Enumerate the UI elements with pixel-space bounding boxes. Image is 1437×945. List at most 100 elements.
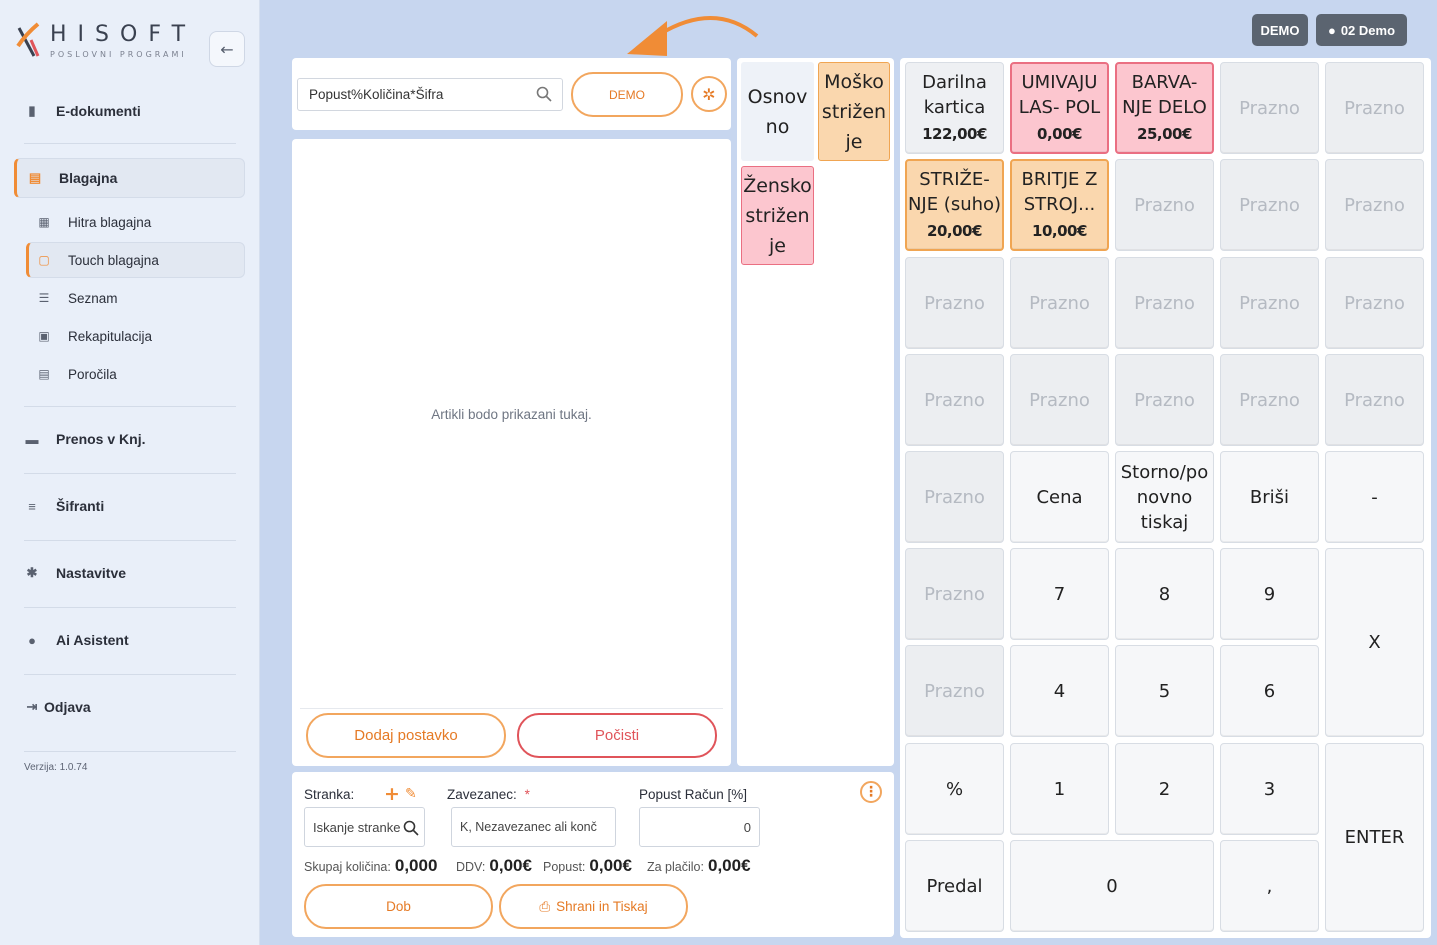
empty-tile[interactable]: Prazno	[1220, 257, 1319, 349]
minus-key[interactable]: -	[1325, 451, 1424, 543]
divider	[300, 708, 723, 709]
document-icon: ▮	[28, 103, 36, 118]
search-icon[interactable]	[536, 86, 552, 105]
hisoft-logo[interactable]: HISOFT POSLOVNI PROGRAMI	[16, 20, 196, 64]
nav-odjava[interactable]: ⇥ Odjava	[24, 687, 244, 727]
empty-tile[interactable]: Prazno	[1115, 159, 1214, 251]
register-icon: ▦	[38, 215, 50, 229]
product-name: BARVA- NJE DELO	[1122, 71, 1207, 118]
digit-5-key[interactable]: 5	[1115, 645, 1214, 737]
enter-key[interactable]: ENTER	[1325, 743, 1424, 932]
digit-1-key[interactable]: 1	[1010, 743, 1109, 835]
demo-badge[interactable]: DEMO	[1252, 14, 1308, 46]
digit-3-key[interactable]: 3	[1220, 743, 1319, 835]
more-options-icon[interactable]: ⋮	[860, 781, 882, 803]
save-print-label: Shrani in Tiskaj	[556, 899, 648, 914]
nav-e-dokumenti[interactable]: ▮ E-dokumenti	[24, 91, 244, 131]
empty-tile[interactable]: Prazno	[905, 451, 1004, 543]
delivery-note-button[interactable]: Dob	[304, 884, 493, 929]
nav-rekapitulacija[interactable]: ▣ Rekapitulacija	[36, 318, 244, 354]
digit-7-key[interactable]: 7	[1010, 548, 1109, 640]
empty-tile[interactable]: Prazno	[1325, 354, 1424, 446]
divider	[24, 607, 236, 608]
empty-tile[interactable]: Prazno	[1115, 354, 1214, 446]
nav-ai-asistent[interactable]: ● Ai Asistent	[24, 620, 244, 660]
product-price: 20,00€	[927, 221, 982, 240]
add-customer-icon[interactable]: +	[384, 783, 400, 805]
search-value: Popust%Količina*Šifra	[309, 87, 444, 102]
logout-icon: ⇥	[26, 699, 38, 714]
nav-nastavitve[interactable]: ✱ Nastavitve	[24, 553, 244, 593]
empty-tile[interactable]: Prazno	[1115, 257, 1214, 349]
category-mosko-strizenje[interactable]: Moško strižen je	[818, 62, 890, 161]
money-icon: ▣	[38, 329, 50, 343]
product-tile[interactable]: Darilna kartica 122,00€	[905, 62, 1004, 154]
add-item-button[interactable]: Dodaj postavko	[306, 713, 506, 758]
collapse-sidebar-button[interactable]: ←	[209, 31, 245, 67]
nav-prenos-v-knj[interactable]: ▬ Prenos v Knj.	[24, 419, 244, 459]
price-key[interactable]: Cena	[1010, 451, 1109, 543]
article-list-panel	[292, 139, 731, 766]
edit-customer-icon[interactable]: ✎	[405, 786, 417, 802]
digit-9-key[interactable]: 9	[1220, 548, 1319, 640]
digit-0-key[interactable]: 0	[1010, 840, 1214, 932]
nav-seznam[interactable]: ☰ Seznam	[36, 280, 244, 316]
product-tile[interactable]: STRIŽE- NJE (suho) 20,00€	[905, 159, 1004, 251]
clear-button[interactable]: Počisti	[517, 713, 717, 758]
nav-porocila[interactable]: ▤ Poročila	[36, 356, 244, 392]
list-icon: ☰	[38, 291, 50, 305]
discount-value: 0	[743, 819, 751, 835]
empty-tile[interactable]: Prazno	[1325, 257, 1424, 349]
digit-2-key[interactable]: 2	[1115, 743, 1214, 835]
article-search-input[interactable]: Popust%Količina*Šifra	[297, 78, 563, 111]
settings-button[interactable]: ✲	[691, 76, 727, 112]
digit-4-key[interactable]: 4	[1010, 645, 1109, 737]
empty-tile[interactable]: Prazno	[905, 354, 1004, 446]
nav-touch-blagajna[interactable]: ▢ Touch blagajna	[26, 242, 245, 278]
nav-label: Rekapitulacija	[68, 328, 153, 344]
demo-button[interactable]: DEMO	[571, 72, 683, 117]
gear-icon: ✱	[26, 565, 38, 580]
to-pay-total: Za plačilo: 0,00€	[647, 856, 751, 876]
digit-6-key[interactable]: 6	[1220, 645, 1319, 737]
user-menu-button[interactable]: ● 02 Demo	[1316, 14, 1407, 46]
divider	[24, 473, 236, 474]
invoice-discount-input[interactable]: 0	[639, 807, 760, 847]
save-and-print-button[interactable]: ⎙ Shrani in Tiskaj	[499, 884, 688, 929]
comma-key[interactable]: ,	[1220, 840, 1319, 932]
storno-reprint-key[interactable]: Storno/po novno tiskaj	[1115, 451, 1214, 543]
category-zensko-strizenje[interactable]: Žensko strižen je	[741, 166, 814, 265]
digit-8-key[interactable]: 8	[1115, 548, 1214, 640]
cash-drawer-key[interactable]: Predal	[905, 840, 1004, 932]
logo-tagline: POSLOVNI PROGRAMI	[50, 50, 187, 59]
nav-sifranti[interactable]: ≡ Šifranti	[24, 486, 244, 526]
percent-key[interactable]: %	[905, 743, 1004, 835]
product-tile[interactable]: UMIVAJU LAS- POL 0,00€	[1010, 62, 1109, 154]
delete-key[interactable]: Briši	[1220, 451, 1319, 543]
empty-tile[interactable]: Prazno	[1325, 62, 1424, 154]
taxpayer-label: Zavezanec: *	[447, 787, 530, 802]
empty-tile[interactable]: Prazno	[905, 645, 1004, 737]
product-tile[interactable]: BARVA- NJE DELO 25,00€	[1115, 62, 1214, 154]
nav-label: Nastavitve	[56, 565, 127, 581]
empty-tile[interactable]: Prazno	[1010, 257, 1109, 349]
customer-search-input[interactable]: Iskanje stranke	[304, 807, 425, 847]
empty-tile[interactable]: Prazno	[905, 257, 1004, 349]
category-label: Žensko strižen je	[743, 174, 812, 257]
empty-tile[interactable]: Prazno	[1220, 354, 1319, 446]
category-osnovno[interactable]: Osnov no	[741, 62, 814, 161]
empty-tile[interactable]: Prazno	[1220, 159, 1319, 251]
empty-tile[interactable]: Prazno	[905, 548, 1004, 640]
multiply-key[interactable]: X	[1325, 548, 1424, 737]
logo-mark-icon	[16, 22, 40, 57]
nav-hitra-blagajna[interactable]: ▦ Hitra blagajna	[36, 204, 244, 240]
taxpayer-select[interactable]: K, Nezavezanec ali konč	[451, 807, 616, 847]
empty-tile[interactable]: Prazno	[1010, 354, 1109, 446]
customer-label: Stranka:	[304, 787, 355, 802]
empty-tile[interactable]: Prazno	[1220, 62, 1319, 154]
empty-tile[interactable]: Prazno	[1325, 159, 1424, 251]
book-icon: ▬	[25, 431, 39, 447]
product-tile[interactable]: BRITJE Z STROJ... 10,00€	[1010, 159, 1109, 251]
gear-icon: ✲	[702, 84, 716, 104]
nav-blagajna[interactable]: ▤ Blagajna	[14, 158, 245, 198]
